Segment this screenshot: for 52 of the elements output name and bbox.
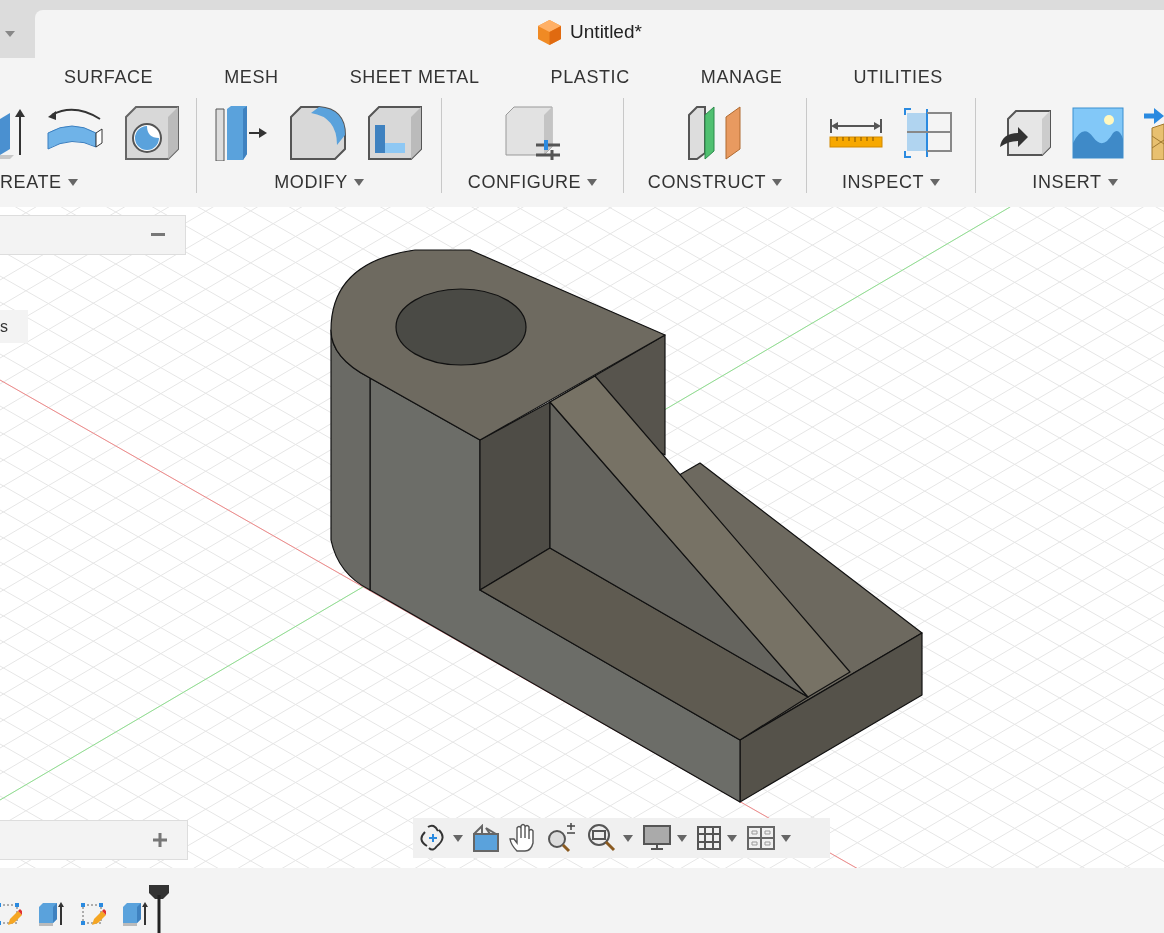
caret-icon	[587, 179, 598, 186]
tool-group-menu[interactable]: CONSTRUCT	[647, 172, 783, 193]
document-tab[interactable]: Untitled*	[35, 10, 1164, 58]
section-analysis-icon[interactable]	[903, 107, 953, 159]
hole-icon[interactable]	[124, 105, 180, 161]
configure-icon[interactable]	[503, 105, 562, 161]
tool-group-menu[interactable]: INSERT	[1022, 172, 1118, 193]
caret-icon	[67, 179, 78, 186]
image-icon[interactable]	[1072, 107, 1124, 159]
shell-icon[interactable]	[367, 105, 423, 161]
tool-group-menu[interactable]: INSPECT	[841, 172, 941, 193]
caret-icon[interactable]	[727, 834, 737, 842]
caret-icon[interactable]	[677, 834, 687, 842]
press-pull-icon[interactable]	[215, 105, 269, 161]
plus-icon[interactable]	[153, 833, 167, 847]
cube-icon	[537, 19, 563, 45]
viewports-icon[interactable]	[747, 826, 775, 850]
workspace-tab[interactable]: MESH	[224, 64, 279, 92]
look-at-icon[interactable]	[473, 824, 499, 852]
caret-icon	[772, 179, 783, 186]
browser-item[interactable]: s	[0, 310, 28, 343]
grid-icon[interactable]	[697, 826, 721, 850]
tool-group-menu[interactable]: REATE	[0, 172, 78, 193]
zoom-window-icon[interactable]	[587, 823, 617, 853]
workspace-tab[interactable]: SHEET METAL	[349, 64, 480, 92]
document-title: Untitled*	[570, 21, 642, 43]
derive-icon[interactable]	[998, 109, 1052, 157]
tool-group-menu[interactable]: MODIFY	[274, 172, 364, 193]
monitor-icon[interactable]	[643, 825, 671, 851]
timeline-marker-icon[interactable]	[148, 885, 170, 933]
sketch-step-icon[interactable]	[80, 901, 106, 927]
workspace-tab[interactable]: UTILITIES	[853, 64, 943, 92]
hand-icon[interactable]	[509, 823, 537, 853]
tool-group-menu[interactable]: CONFIGURE	[467, 172, 598, 193]
caret-icon[interactable]	[623, 834, 633, 842]
workspace-tab[interactable]: SURFACE	[64, 64, 154, 92]
fillet-icon[interactable]	[289, 105, 347, 161]
minus-icon[interactable]	[151, 233, 165, 237]
caret-icon	[353, 179, 364, 186]
caret-icon[interactable]	[781, 834, 791, 842]
offset-plane-icon[interactable]	[688, 105, 742, 161]
extrude-step-icon[interactable]	[38, 901, 64, 927]
caret-icon	[930, 179, 941, 186]
workspace-tab[interactable]: PLASTIC	[550, 64, 630, 92]
zoom-icon[interactable]	[547, 823, 577, 853]
workspace-tab[interactable]: MANAGE	[700, 64, 783, 92]
extrude-step-icon[interactable]	[122, 901, 148, 927]
mesh-icon[interactable]	[1144, 106, 1164, 160]
caret-icon[interactable]	[453, 834, 463, 842]
sketch-step-icon[interactable]	[0, 901, 22, 927]
caret-icon	[4, 30, 16, 38]
caret-icon	[1107, 179, 1118, 186]
